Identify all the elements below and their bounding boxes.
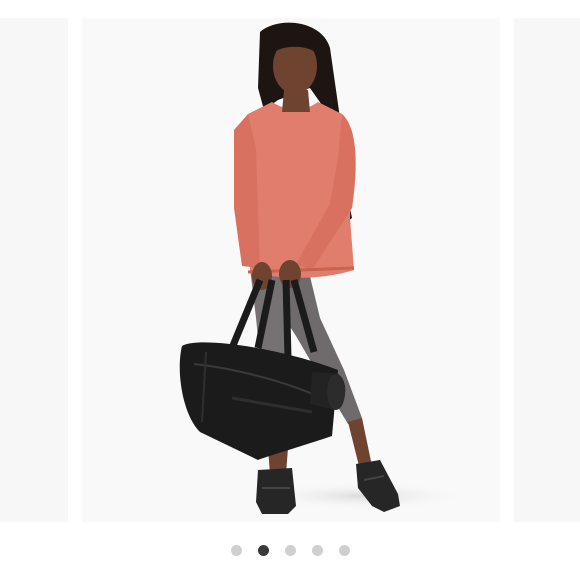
product-image-carousel	[0, 0, 580, 580]
carousel-dot-4[interactable]	[311, 544, 323, 556]
carousel-dot-2-active[interactable]	[257, 544, 269, 556]
carousel-dot-1[interactable]	[230, 544, 242, 556]
sweatshirt	[234, 102, 356, 278]
carousel-dot-5[interactable]	[338, 544, 350, 556]
previous-slide-peek[interactable]	[0, 18, 68, 522]
next-slide-peek[interactable]	[514, 18, 580, 522]
carousel-dot-3[interactable]	[284, 544, 296, 556]
current-slide-image[interactable]	[82, 18, 500, 522]
carousel-pagination	[0, 543, 580, 557]
model-photo	[179, 22, 472, 514]
